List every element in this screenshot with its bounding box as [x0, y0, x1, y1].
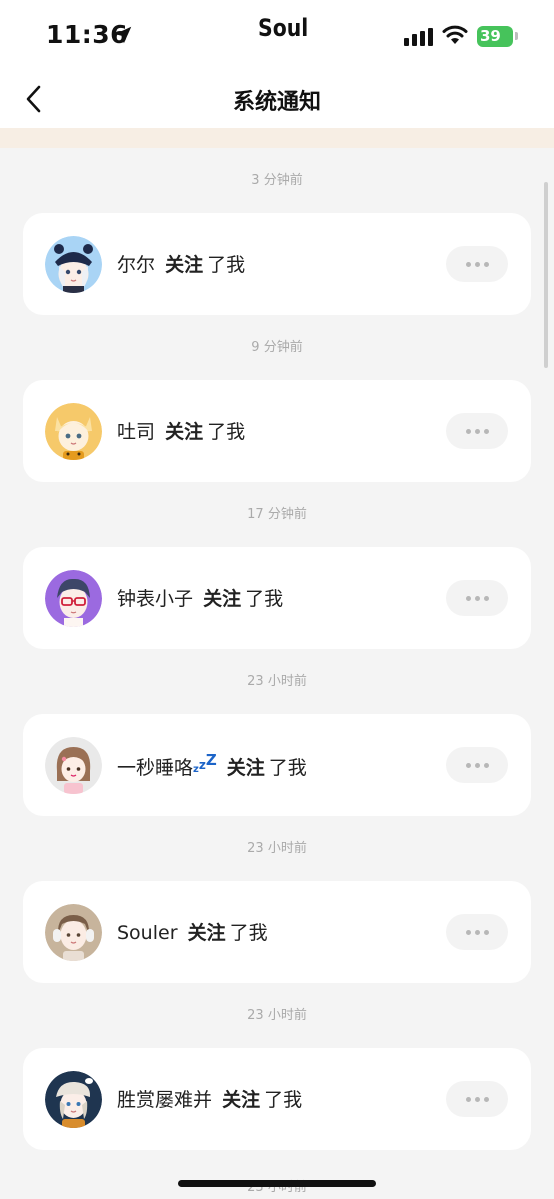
dot-icon: [474, 261, 480, 267]
dot-icon: [483, 261, 489, 267]
headphone-avatar[interactable]: [45, 904, 102, 961]
notification-suffix: 了我: [207, 421, 246, 443]
notification-time: 23 小时前: [247, 841, 307, 856]
dot-icon: [474, 1096, 480, 1102]
notification-username[interactable]: 一秒睡咯: [117, 757, 193, 779]
notification-suffix: 了我: [264, 1089, 303, 1111]
status-bar: 11:36 Soul 39: [0, 0, 554, 72]
notification-card[interactable]: 胜赏屡难并 关注 了我: [23, 1048, 531, 1150]
notification-time: 9 分钟前: [251, 340, 303, 355]
glasses-boy-avatar[interactable]: [45, 570, 102, 627]
nav-bar: 系统通知: [0, 72, 554, 128]
battery-indicator: 39: [477, 26, 513, 47]
dot-icon: [483, 428, 489, 434]
carrier-label: Soul: [258, 14, 309, 42]
dot-icon: [465, 762, 471, 768]
notification-action: 关注: [203, 588, 242, 610]
notification-card[interactable]: Souler 关注 了我: [23, 881, 531, 983]
notification-card[interactable]: 吐司 关注 了我: [23, 380, 531, 482]
dot-icon: [474, 929, 480, 935]
dot-icon: [465, 261, 471, 267]
beret-girl-avatar[interactable]: [45, 1071, 102, 1128]
notification-text: 钟表小子 关注 了我: [117, 584, 283, 611]
notification-action: 关注: [165, 421, 204, 443]
system-notifications-screen: 11:36 Soul 39 系统通知 3 分钟前 尔尔 关注 了我 9 分钟前 …: [0, 0, 554, 1199]
notification-action: 关注: [222, 1089, 261, 1111]
more-options-button[interactable]: [446, 747, 508, 783]
notification-text: 胜赏屡难并 关注 了我: [117, 1085, 302, 1112]
notification-action: 关注: [165, 254, 204, 276]
notification-username[interactable]: 钟表小子: [117, 588, 193, 610]
notification-suffix: 了我: [207, 254, 246, 276]
notification-text: 尔尔 关注 了我: [117, 250, 245, 277]
dot-icon: [483, 595, 489, 601]
dot-icon: [483, 762, 489, 768]
more-options-button[interactable]: [446, 580, 508, 616]
location-arrow-icon: [114, 26, 132, 44]
more-options-button[interactable]: [446, 1081, 508, 1117]
notification-username[interactable]: 尔尔: [117, 254, 155, 276]
notification-text: 一秒睡咯zzZ 关注 了我: [117, 751, 307, 780]
home-indicator[interactable]: [178, 1180, 376, 1187]
wifi-icon: [442, 25, 468, 44]
notification-action: 关注: [226, 757, 265, 779]
brown-hair-girl-avatar[interactable]: [45, 737, 102, 794]
notification-time: 23 小时前: [247, 1008, 307, 1023]
dot-icon: [465, 1096, 471, 1102]
notification-time: 17 分钟前: [247, 507, 307, 522]
dot-icon: [465, 929, 471, 935]
bear-hat-girl-avatar[interactable]: [45, 236, 102, 293]
notification-suffix: 了我: [268, 757, 307, 779]
notification-time: 23 小时前: [247, 674, 307, 689]
notification-username[interactable]: 胜赏屡难并: [117, 1089, 212, 1111]
dot-icon: [474, 595, 480, 601]
notification-username[interactable]: Souler: [117, 922, 178, 944]
sleeping-zzz-icon: zzZ: [193, 751, 217, 775]
dot-icon: [465, 595, 471, 601]
top-banner-strip: [0, 128, 554, 148]
battery-tip: [515, 32, 518, 40]
notification-text: Souler 关注 了我: [117, 918, 268, 945]
page-title: 系统通知: [232, 90, 321, 115]
cat-ear-girl-avatar[interactable]: [45, 403, 102, 460]
notification-text: 吐司 关注 了我: [117, 417, 245, 444]
notification-time: 3 分钟前: [251, 173, 303, 188]
dot-icon: [474, 428, 480, 434]
notification-card[interactable]: 钟表小子 关注 了我: [23, 547, 531, 649]
more-options-button[interactable]: [446, 914, 508, 950]
notification-card[interactable]: 尔尔 关注 了我: [23, 213, 531, 315]
more-options-button[interactable]: [446, 413, 508, 449]
notification-suffix: 了我: [245, 588, 284, 610]
dot-icon: [483, 1096, 489, 1102]
dot-icon: [474, 762, 480, 768]
notification-card[interactable]: 一秒睡咯zzZ 关注 了我: [23, 714, 531, 816]
scrollbar[interactable]: [544, 182, 548, 368]
notification-list: 3 分钟前 尔尔 关注 了我 9 分钟前 吐司 关注 了我 17 分钟前 钟表小…: [0, 148, 554, 1150]
cellular-signal-icon: [404, 28, 433, 46]
more-options-button[interactable]: [446, 246, 508, 282]
notification-action: 关注: [187, 922, 226, 944]
dot-icon: [483, 929, 489, 935]
notification-username[interactable]: 吐司: [117, 421, 155, 443]
dot-icon: [465, 428, 471, 434]
notification-suffix: 了我: [229, 922, 268, 944]
